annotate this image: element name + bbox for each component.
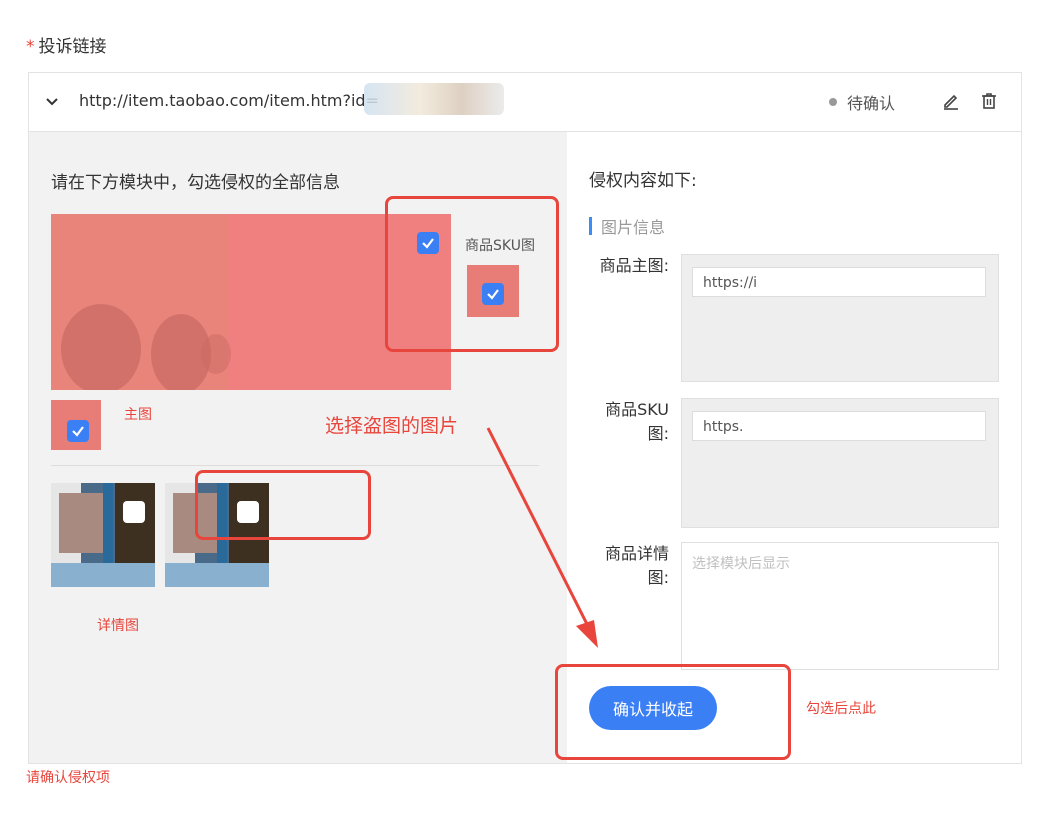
main-image-field-label: 商品主图: (599, 256, 669, 275)
check-icon (72, 426, 84, 437)
required-mark: * (26, 37, 35, 57)
error-message: 请确认侵权项 (26, 770, 110, 786)
sku-image-box: https. (681, 398, 999, 528)
chevron-down-icon[interactable] (43, 93, 61, 111)
status-text: 待确认 (847, 94, 896, 113)
section-title: 图片信息 (601, 218, 666, 237)
sku-image-url[interactable]: https. (692, 411, 986, 441)
status-dot (829, 98, 837, 106)
detail-placeholder: 选择模块后显示 (692, 556, 790, 572)
detail-image-label: 详情图 (97, 618, 139, 634)
annotation-box-detail (195, 470, 371, 540)
annotation-arrow (486, 427, 598, 648)
main-image-url[interactable]: https://i (692, 267, 986, 297)
main-image-checkbox[interactable] (67, 420, 89, 442)
section-bar (589, 217, 592, 235)
field-label-text: 投诉链接 (38, 37, 107, 57)
annotation-click-here: 勾选后点此 (806, 701, 876, 717)
detail-checkbox-1[interactable] (123, 501, 145, 523)
link-url: http://item.taobao.com/item.htm?id= (79, 91, 379, 110)
url-redaction (364, 83, 504, 115)
sku-field-label-line1: 商品SKU (605, 400, 669, 419)
link-header[interactable]: http://item.taobao.com/item.htm?id= 待确认 (29, 73, 1021, 132)
main-image-label: 主图 (124, 407, 152, 423)
divider (51, 465, 539, 466)
main-image-box: https://i (681, 254, 999, 382)
annotation-select-stolen: 选择盗图的图片 (325, 415, 459, 437)
annotation-box-sku (385, 196, 559, 352)
instruction-text: 请在下方模块中，勾选侵权的全部信息 (51, 173, 340, 193)
detail-image-box[interactable]: 选择模块后显示 (681, 542, 999, 670)
detail-image-1[interactable] (51, 483, 155, 587)
annotation-box-button (555, 664, 791, 760)
main-thumbnail[interactable] (51, 400, 101, 450)
infringement-title: 侵权内容如下: (589, 171, 697, 191)
edit-icon[interactable] (941, 91, 961, 111)
complaint-link-card: http://item.taobao.com/item.htm?id= 待确认 … (28, 72, 1022, 764)
field-label: * 投诉链接 (26, 32, 107, 57)
trash-icon[interactable] (979, 91, 999, 111)
